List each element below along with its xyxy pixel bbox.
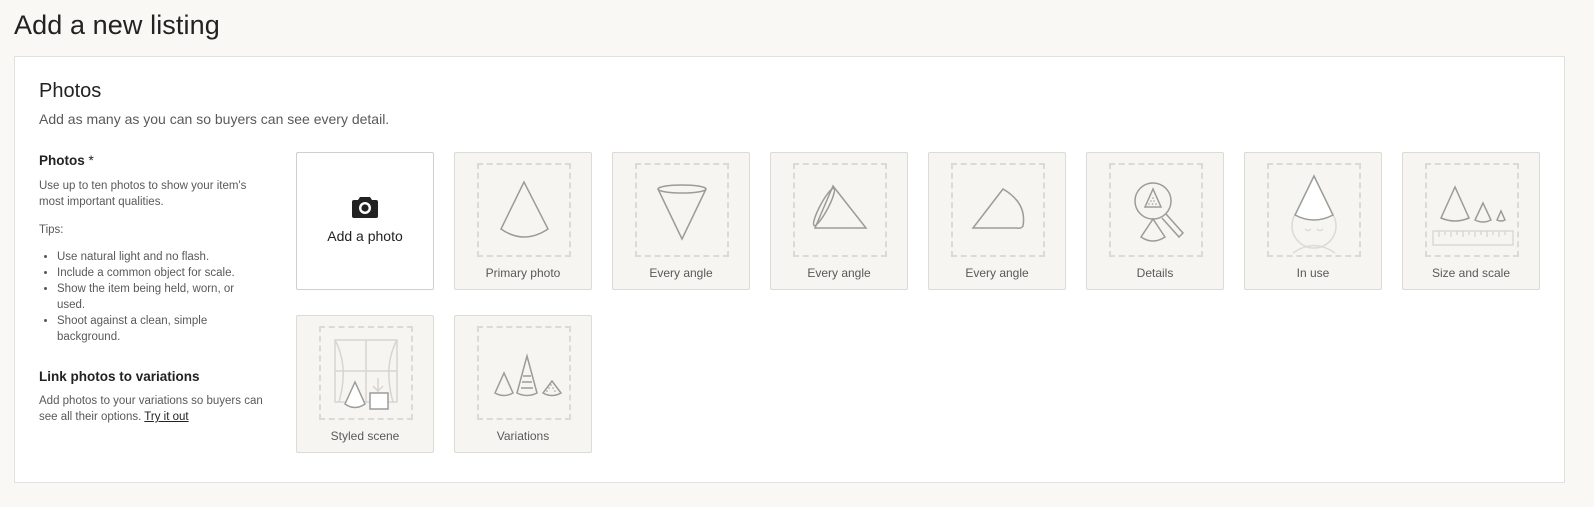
tip-item: Shoot against a clean, simple background… [57, 313, 264, 345]
add-photo-label: Add a photo [327, 228, 403, 244]
slot-label: In use [1296, 266, 1330, 280]
link-variations-description: Add photos to your variations so buyers … [39, 395, 263, 423]
tips-list: Use natural light and no flash. Include … [39, 249, 264, 345]
tip-item: Show the item being held, worn, or used. [57, 281, 264, 313]
slot-label: Styled scene [330, 429, 400, 443]
magnifier-icon [1134, 182, 1185, 242]
slot-label: Size and scale [1431, 266, 1511, 280]
section-subtitle: Add as many as you can so buyers can see… [39, 111, 390, 127]
window-scene-icon [334, 339, 398, 410]
cone-variations-icon [494, 353, 563, 397]
slot-label: Every angle [965, 266, 1029, 280]
camera-icon [352, 197, 378, 218]
try-it-out-link[interactable]: Try it out [144, 411, 188, 423]
section-title: Photos [39, 80, 102, 102]
photo-slot-styled-scene[interactable]: Styled scene [296, 315, 434, 453]
photo-slot-variations[interactable]: Variations [454, 315, 592, 453]
photo-slot-in-use[interactable]: In use [1244, 152, 1382, 290]
page-title: Add a new listing [14, 10, 220, 40]
photos-heading: Photos * [39, 153, 94, 168]
photo-slot-every-angle[interactable]: Every angle [928, 152, 1066, 290]
photo-slot-size-and-scale[interactable]: Size and scale [1402, 152, 1540, 290]
add-photo-button[interactable]: Add a photo [296, 152, 434, 290]
cone-side-icon [812, 184, 868, 229]
photo-slot-details[interactable]: Details [1086, 152, 1224, 290]
tip-item: Include a common object for scale. [57, 265, 264, 281]
tips-label: Tips: [39, 224, 64, 236]
slot-label: Every angle [649, 266, 713, 280]
cone-tilted-icon [971, 188, 1025, 229]
slot-label: Details [1136, 266, 1174, 280]
photos-card: Photos Add as many as you can so buyers … [14, 56, 1565, 483]
ruler-cones-icon [1432, 185, 1514, 246]
cone-hat-face-icon [1291, 174, 1337, 254]
cone-icon [500, 180, 549, 238]
photo-slot-primary[interactable]: Primary photo [454, 152, 592, 290]
photos-description: Use up to ten photos to show your item's… [39, 180, 247, 208]
slot-label: Variations [496, 429, 550, 443]
link-variations-heading: Link photos to variations [39, 369, 200, 384]
cone-inverted-icon [657, 184, 707, 241]
photo-slot-every-angle[interactable]: Every angle [770, 152, 908, 290]
tip-item: Use natural light and no flash. [57, 249, 264, 265]
photo-slot-every-angle[interactable]: Every angle [612, 152, 750, 290]
photos-guidance: Photos * Use up to ten photos to show yo… [39, 153, 264, 425]
required-marker: * [88, 153, 94, 168]
slot-label: Every angle [807, 266, 871, 280]
slot-label: Primary photo [485, 266, 561, 280]
